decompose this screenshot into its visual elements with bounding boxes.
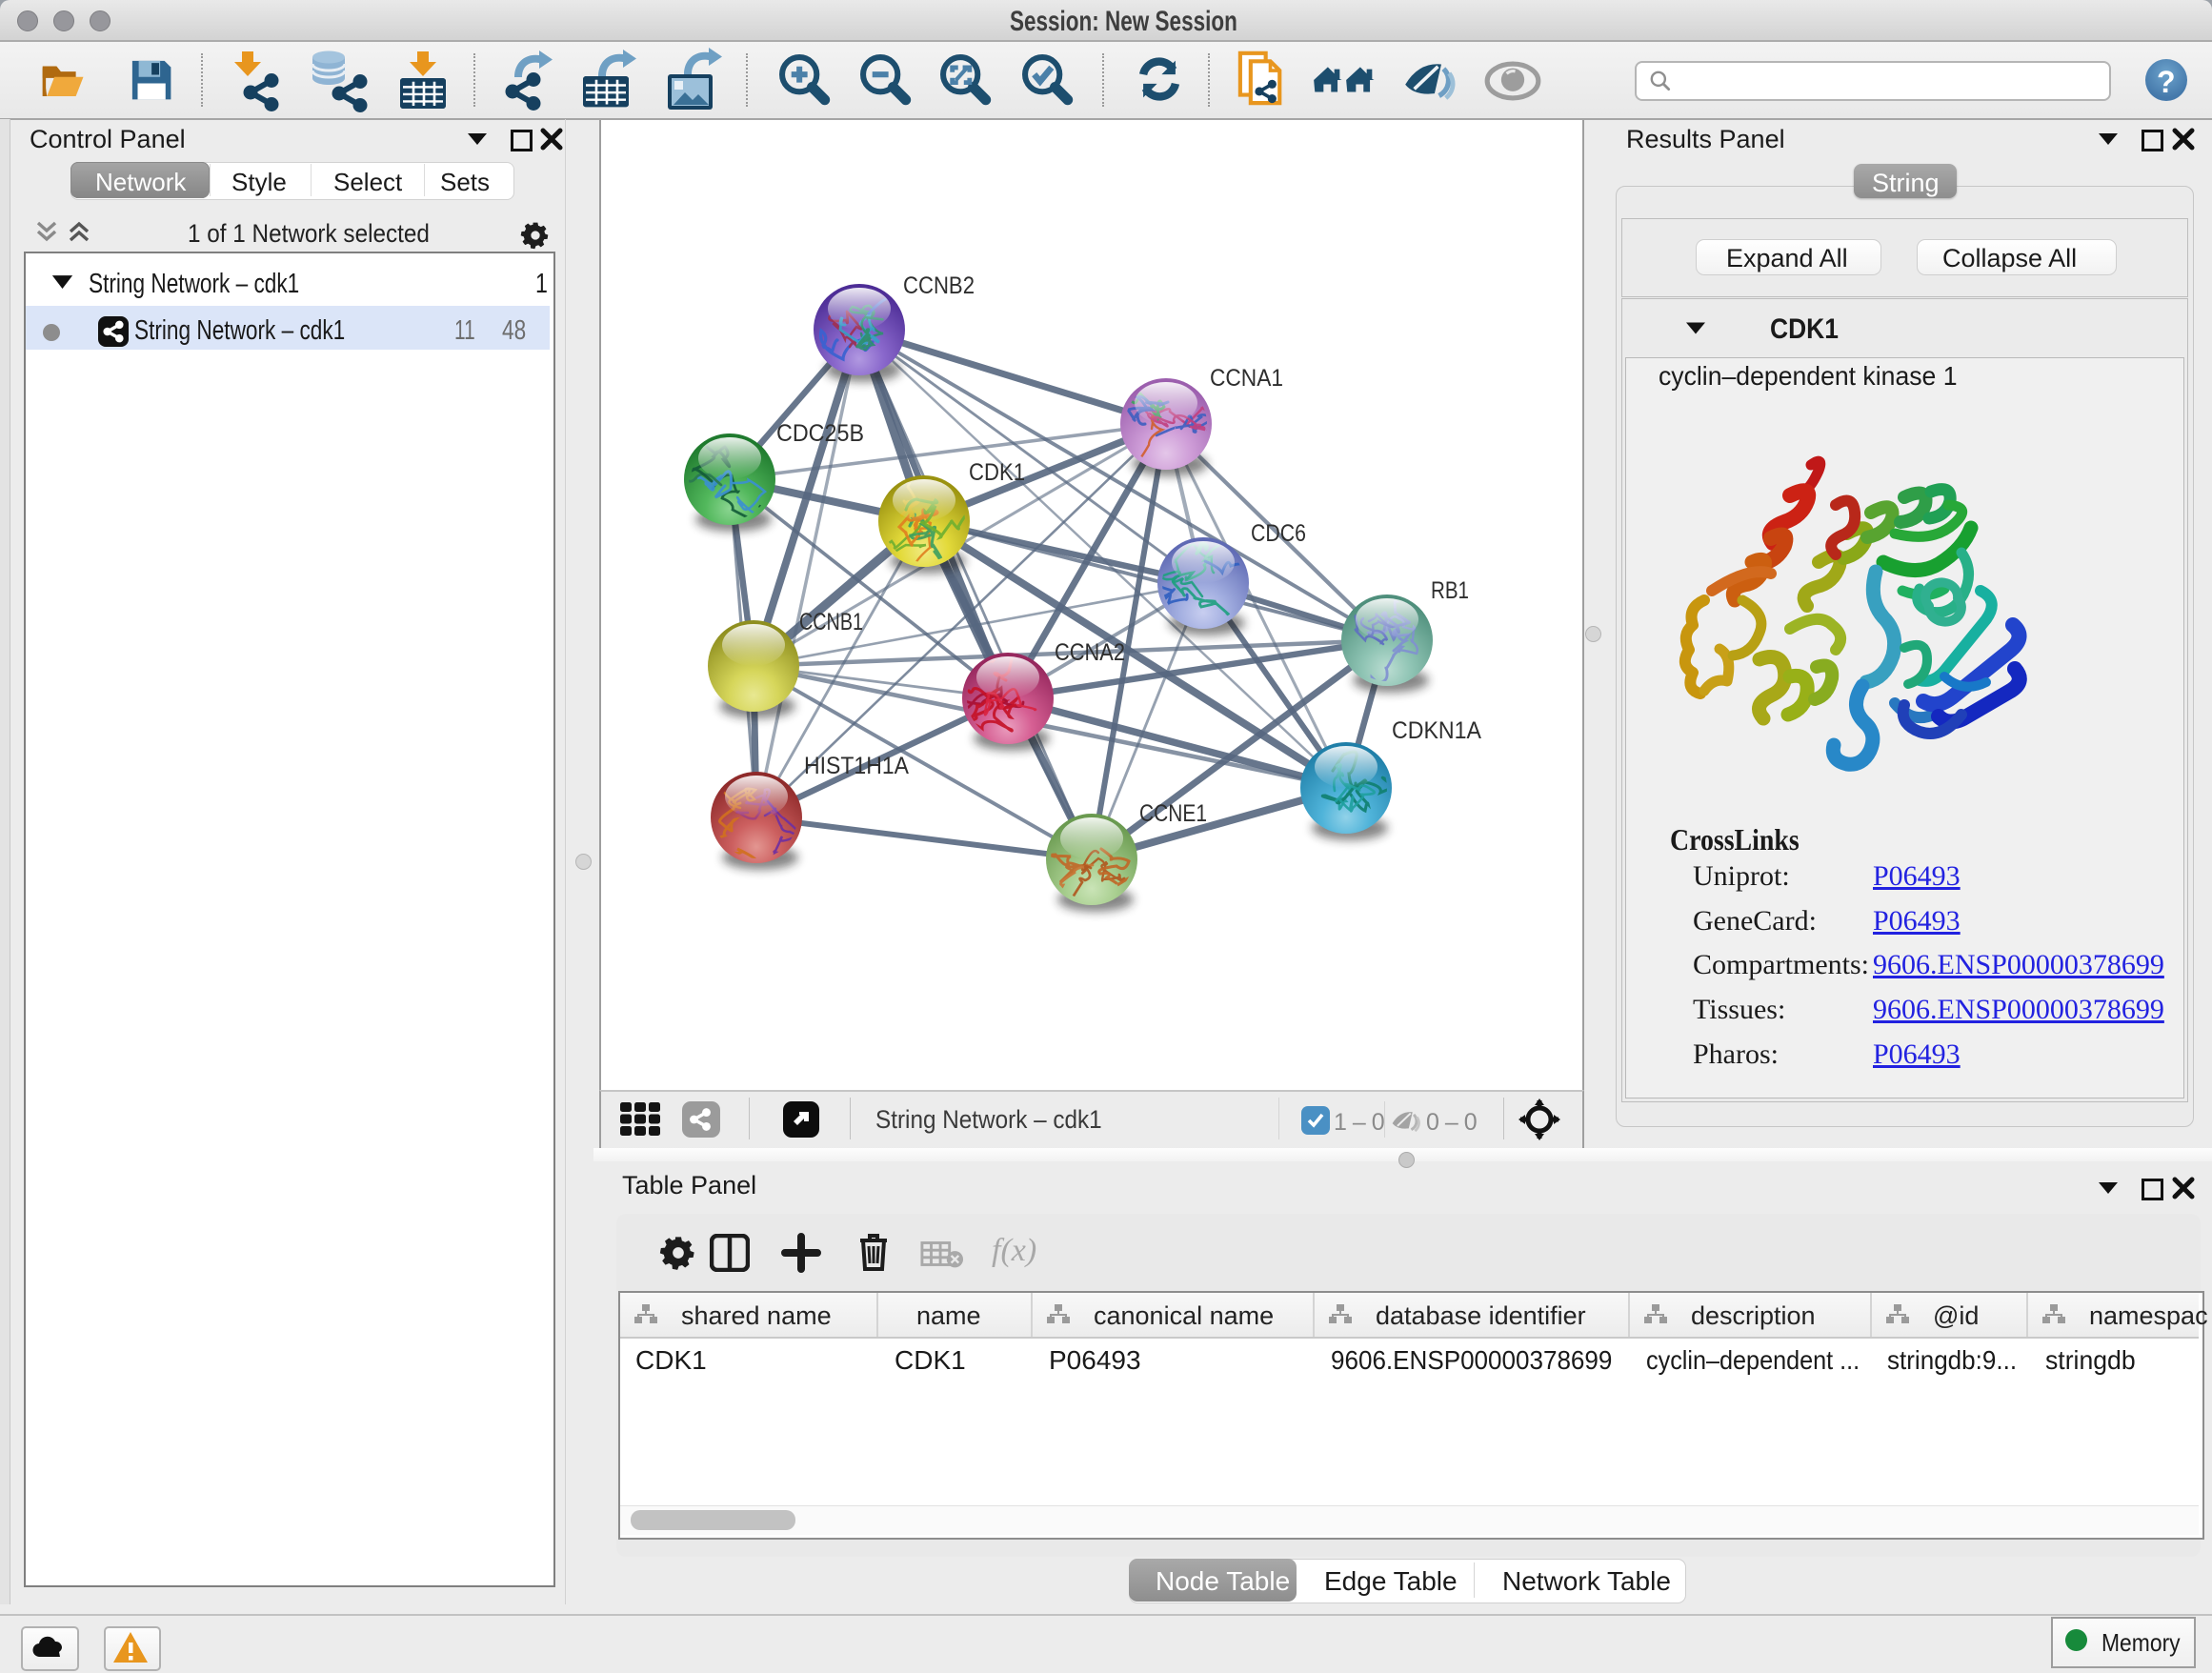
svg-text:CCNE1: CCNE1 bbox=[1139, 800, 1207, 827]
svg-text:RB1: RB1 bbox=[1431, 577, 1469, 604]
svg-text:CCNA1: CCNA1 bbox=[1210, 365, 1283, 392]
svg-text:HIST1H1A: HIST1H1A bbox=[804, 753, 909, 779]
svg-text:CDC25B: CDC25B bbox=[776, 420, 864, 447]
svg-text:CCNB2: CCNB2 bbox=[903, 272, 975, 299]
svg-text:CCNB1: CCNB1 bbox=[799, 609, 863, 635]
svg-text:CDKN1A: CDKN1A bbox=[1392, 717, 1481, 744]
svg-text:CCNA2: CCNA2 bbox=[1055, 639, 1125, 666]
svg-text:CDC6: CDC6 bbox=[1251, 520, 1306, 547]
svg-text:CDK1: CDK1 bbox=[969, 459, 1025, 486]
